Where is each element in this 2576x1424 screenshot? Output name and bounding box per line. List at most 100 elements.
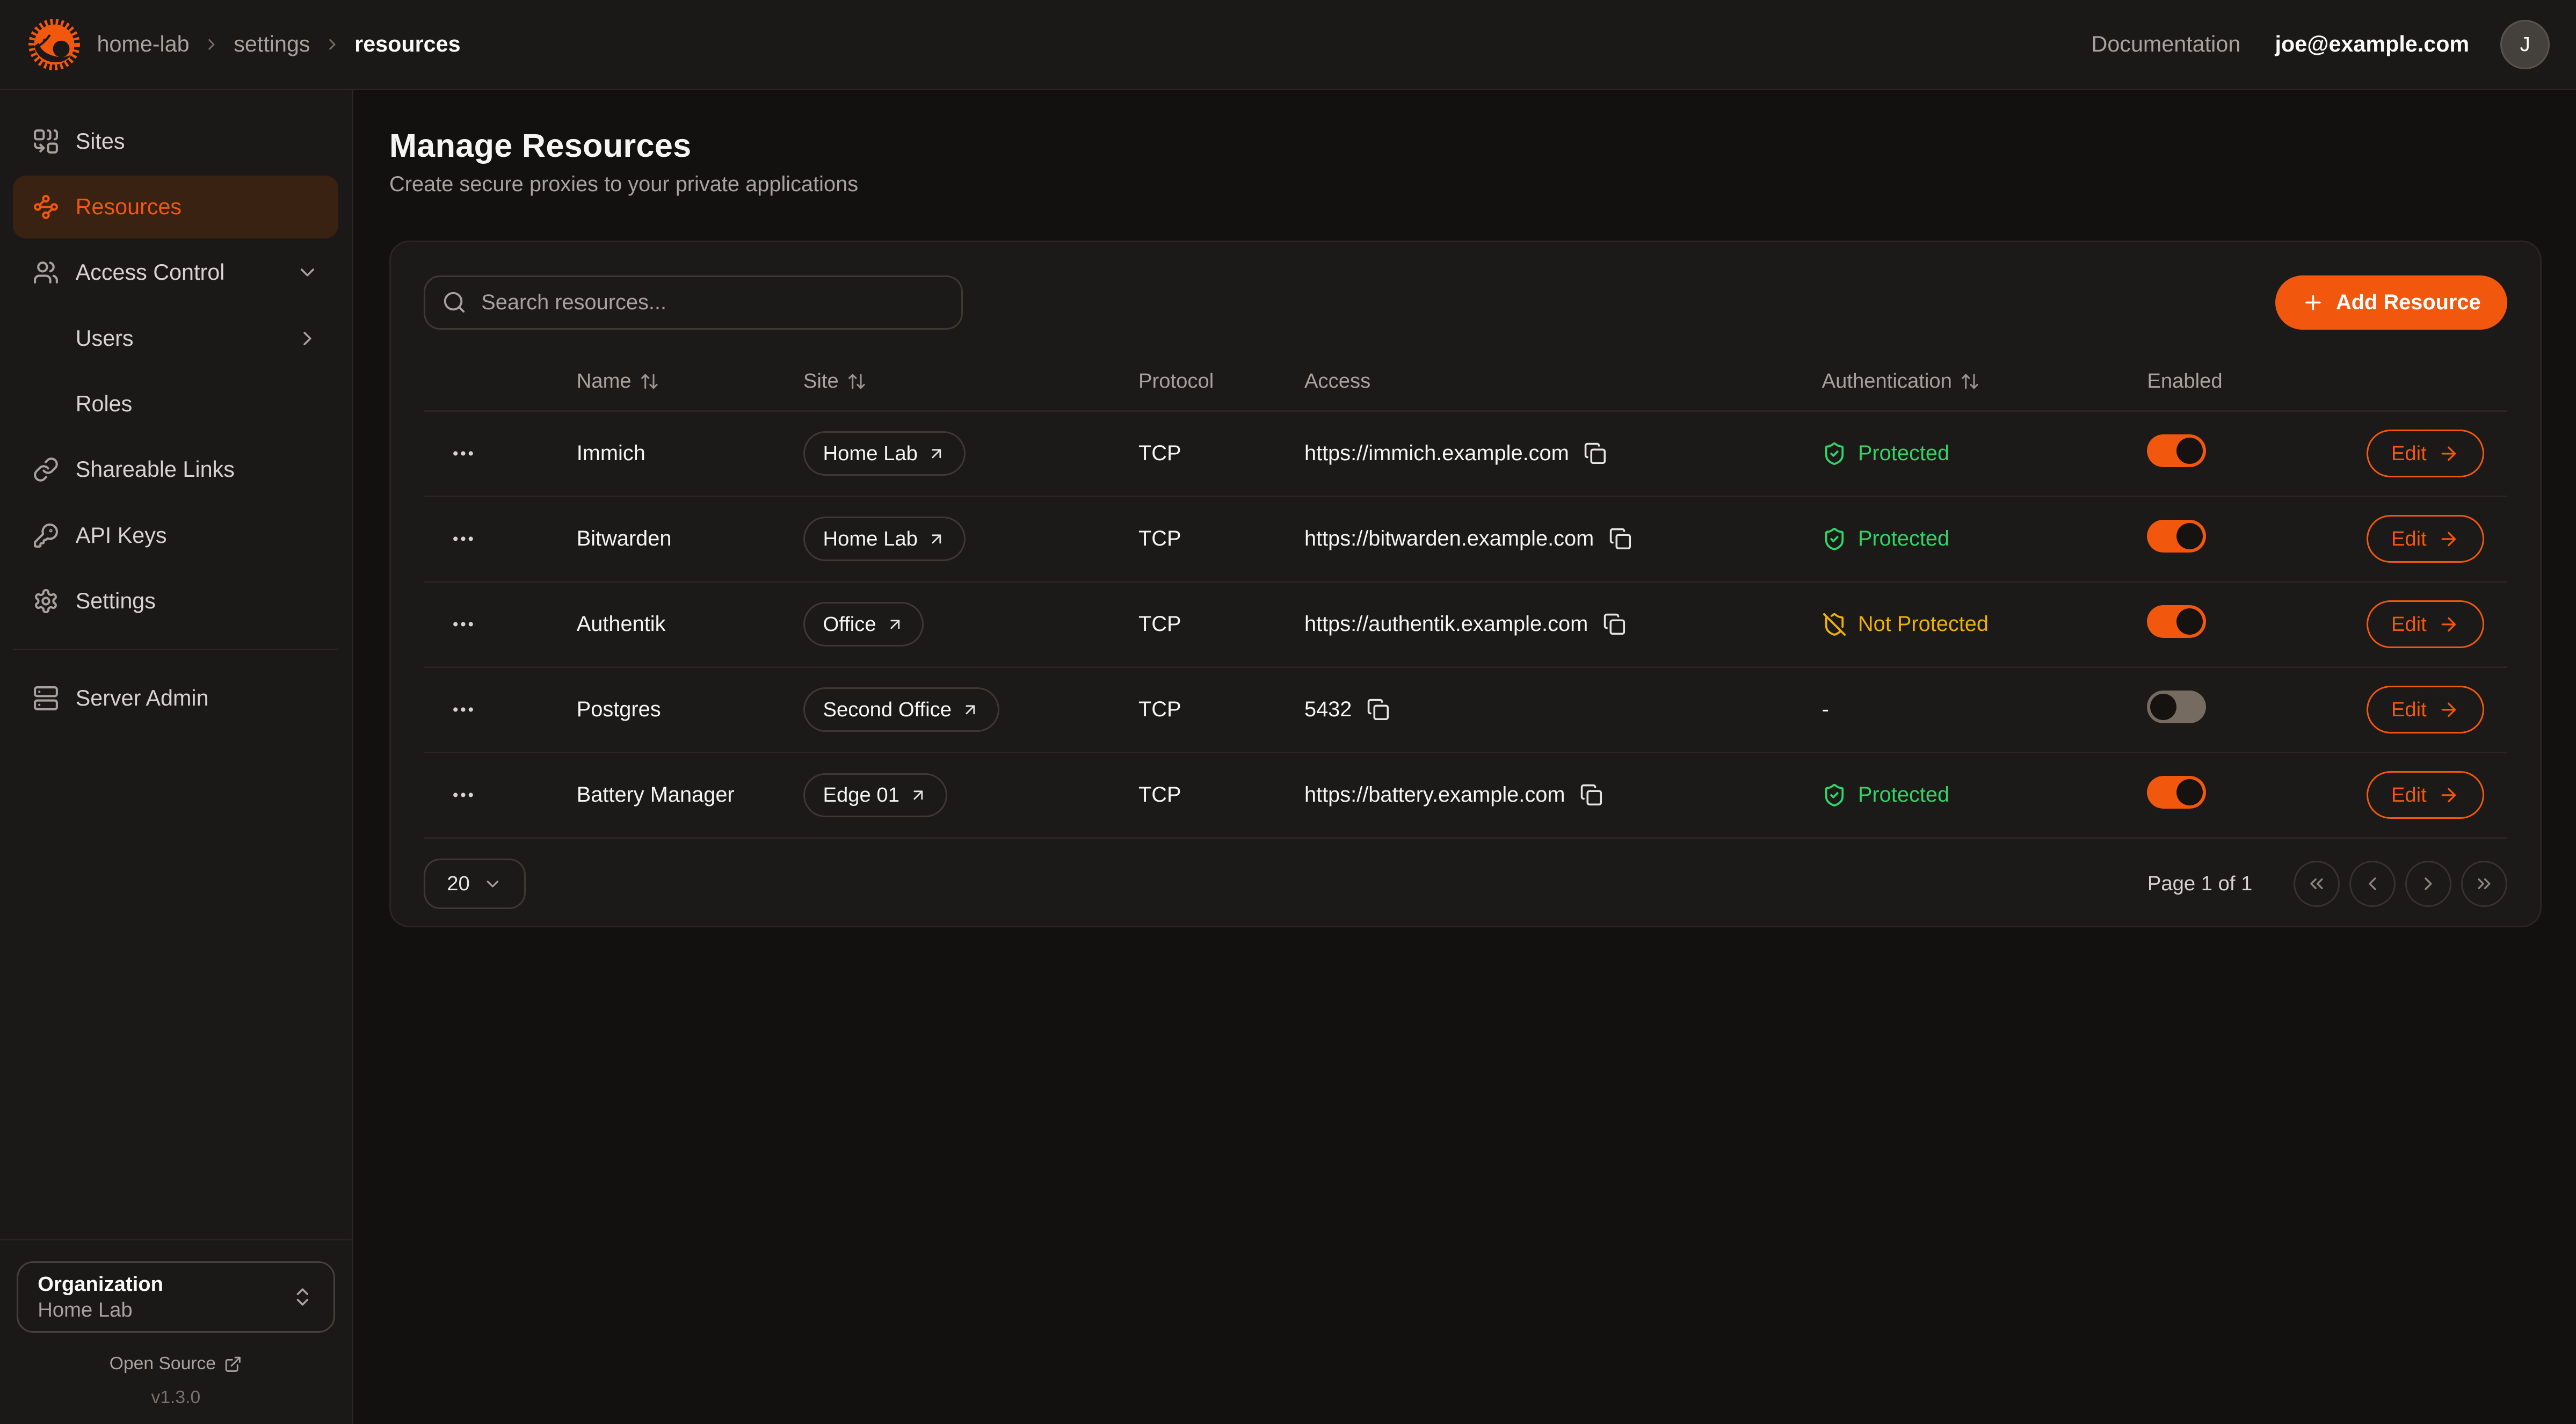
edit-button[interactable]: Edit xyxy=(2367,686,2484,733)
sidebar-item-label: Sites xyxy=(76,129,125,154)
add-resource-label: Add Resource xyxy=(2336,290,2481,315)
page-subtitle: Create secure proxies to your private ap… xyxy=(389,172,2542,197)
organization-value: Home Lab xyxy=(38,1297,291,1323)
column-label: Protocol xyxy=(1138,369,1214,393)
page-size-select[interactable]: 20 xyxy=(424,859,526,910)
row-actions-button[interactable] xyxy=(444,605,483,644)
enabled-toggle[interactable] xyxy=(2147,776,2206,809)
pager-buttons xyxy=(2294,861,2507,907)
gear-icon xyxy=(33,588,59,614)
table-row: Bitwarden Home Lab TCP https://bitwarden… xyxy=(424,497,2507,583)
auth-status: Not Protected xyxy=(1822,612,2147,637)
breadcrumb-org[interactable]: home-lab xyxy=(97,32,189,57)
next-page-button[interactable] xyxy=(2405,861,2451,907)
column-name[interactable]: Name xyxy=(577,369,803,393)
site-link[interactable]: Edge 01 xyxy=(803,773,947,818)
column-label: Authentication xyxy=(1822,369,1952,393)
breadcrumb-settings[interactable]: settings xyxy=(234,32,310,57)
sidebar-item-sites[interactable]: Sites xyxy=(13,110,338,172)
auth-status: Protected xyxy=(1822,441,2147,466)
organization-selector[interactable]: Organization Home Lab xyxy=(17,1261,336,1332)
ellipsis-icon xyxy=(450,526,476,552)
sidebar-item-label: Resources xyxy=(76,194,182,220)
search-input[interactable] xyxy=(424,275,962,330)
row-actions-button[interactable] xyxy=(444,434,483,473)
copy-button[interactable] xyxy=(1609,527,1632,550)
arrow-right-icon xyxy=(2438,614,2459,635)
site-link[interactable]: Home Lab xyxy=(803,517,966,561)
site-link[interactable]: Second Office xyxy=(803,687,999,732)
column-site[interactable]: Site xyxy=(803,369,1138,393)
sidebar-item-label: Settings xyxy=(76,589,156,614)
edit-button[interactable]: Edit xyxy=(2367,771,2484,819)
user-email[interactable]: joe@example.com xyxy=(2275,32,2470,57)
sidebar-item-roles[interactable]: Roles xyxy=(13,373,338,435)
row-actions-button[interactable] xyxy=(444,690,483,729)
sort-icon xyxy=(640,372,659,391)
sidebar-item-api-keys[interactable]: API Keys xyxy=(13,504,338,566)
previous-page-button[interactable] xyxy=(2349,861,2396,907)
edit-button[interactable]: Edit xyxy=(2367,515,2484,563)
pagination: 20 Page 1 of 1 xyxy=(424,859,2507,910)
last-page-button[interactable] xyxy=(2461,861,2507,907)
enabled-toggle[interactable] xyxy=(2147,605,2206,638)
organization-texts: Organization Home Lab xyxy=(38,1272,291,1323)
sort-icon xyxy=(847,372,867,391)
sidebar-item-resources[interactable]: Resources xyxy=(13,176,338,238)
edit-button[interactable]: Edit xyxy=(2367,600,2484,648)
copy-icon xyxy=(1603,613,1626,636)
copy-button[interactable] xyxy=(1580,783,1603,807)
row-actions-button[interactable] xyxy=(444,775,483,815)
open-source-link[interactable]: Open Source xyxy=(17,1354,336,1374)
sidebar-item-server-admin[interactable]: Server Admin xyxy=(13,667,338,729)
sidebar-item-access-control[interactable]: Access Control xyxy=(13,242,338,304)
copy-button[interactable] xyxy=(1584,442,1607,465)
protocol: TCP xyxy=(1138,612,1304,636)
edit-label: Edit xyxy=(2391,527,2427,551)
sidebar-item-settings[interactable]: Settings xyxy=(13,570,338,632)
ellipsis-icon xyxy=(450,611,476,637)
row-actions-button[interactable] xyxy=(444,519,483,558)
column-authentication[interactable]: Authentication xyxy=(1822,369,2147,393)
avatar[interactable]: J xyxy=(2500,20,2550,69)
enabled-toggle[interactable] xyxy=(2147,434,2206,467)
resource-name: Postgres xyxy=(577,698,803,722)
add-resource-button[interactable]: Add Resource xyxy=(2275,275,2507,330)
edit-button[interactable]: Edit xyxy=(2367,430,2484,477)
chevron-down-icon xyxy=(296,261,319,284)
waypoints-icon xyxy=(33,194,59,220)
site-link[interactable]: Home Lab xyxy=(803,431,966,476)
copy-button[interactable] xyxy=(1367,698,1390,721)
enabled-toggle[interactable] xyxy=(2147,691,2206,723)
top-bar: home-lab settings resources Documentatio… xyxy=(0,0,2576,90)
plus-icon xyxy=(2302,291,2325,314)
column-access: Access xyxy=(1304,369,1822,393)
copy-icon xyxy=(1584,442,1607,465)
table-row: Immich Home Lab TCP https://immich.examp… xyxy=(424,412,2507,497)
shield-check-icon xyxy=(1822,783,1847,808)
enabled-toggle[interactable] xyxy=(2147,520,2206,553)
ellipsis-icon xyxy=(450,696,476,723)
sort-icon xyxy=(1960,372,1980,391)
copy-button[interactable] xyxy=(1603,613,1626,636)
arrow-right-icon xyxy=(2438,528,2459,550)
site-label: Office xyxy=(823,613,876,636)
sidebar: Sites Resources Access Control Users Rol… xyxy=(0,90,353,1424)
auth-label: Protected xyxy=(1858,441,1949,466)
sidebar-item-shareable-links[interactable]: Shareable Links xyxy=(13,439,338,501)
ellipsis-icon xyxy=(450,440,476,467)
site-link[interactable]: Office xyxy=(803,602,924,646)
auth-label: Protected xyxy=(1858,527,1949,551)
copy-icon xyxy=(1367,698,1390,721)
first-page-button[interactable] xyxy=(2294,861,2340,907)
resource-name: Battery Manager xyxy=(577,783,803,807)
access-url: https://battery.example.com xyxy=(1304,783,1565,807)
chevron-left-icon xyxy=(2362,873,2383,895)
sidebar-item-users[interactable]: Users xyxy=(13,307,338,369)
table-row: Postgres Second Office TCP 5432 - Edit xyxy=(424,668,2507,753)
chevrons-right-icon xyxy=(2473,873,2495,895)
toggle-knob xyxy=(2176,523,2203,549)
pager: Page 1 of 1 xyxy=(2147,861,2507,907)
app-version: v1.3.0 xyxy=(17,1387,336,1408)
documentation-link[interactable]: Documentation xyxy=(2092,32,2241,57)
